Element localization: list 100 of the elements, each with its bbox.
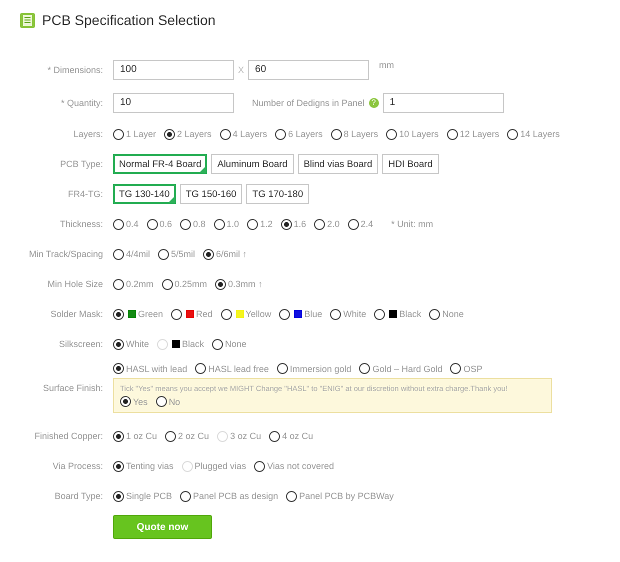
option-label: 3 oz Cu (230, 431, 262, 441)
option-label: 10 Layers (399, 129, 439, 139)
field-label: Surface Finish: (42, 383, 104, 393)
option-label: Vias not covered (267, 461, 334, 471)
field-label: * Dimensions: (46, 64, 104, 74)
radio-button[interactable] (113, 363, 124, 374)
radio-button[interactable] (113, 218, 124, 230)
option-label: White (126, 339, 150, 349)
radio-button[interactable] (314, 218, 326, 230)
radio-button[interactable] (158, 248, 170, 260)
radio-button[interactable] (171, 308, 182, 320)
option-label: HASL lead free (208, 364, 269, 374)
radio-button[interactable] (276, 363, 288, 374)
option-label: Yellow (246, 309, 272, 319)
option-label: Tenting vias (126, 461, 174, 471)
option-label: 0.6 (160, 219, 172, 229)
quantity-input[interactable]: 10 (113, 92, 234, 112)
option-button[interactable]: HDI Board (382, 154, 439, 174)
option-label: Blue (304, 309, 322, 319)
radio-button[interactable] (269, 430, 280, 442)
option-label: 0.8 (193, 219, 206, 229)
option-label: 4/4mil (126, 249, 150, 259)
radio-button[interactable] (214, 218, 225, 230)
radio-button[interactable] (254, 460, 266, 472)
radio-button[interactable] (330, 308, 342, 320)
field-label: Via Process: (52, 461, 104, 471)
option-button[interactable]: Blind vias Board (298, 154, 378, 174)
radio-button[interactable] (446, 128, 458, 140)
option-label: 1.0 (226, 219, 240, 229)
option-label: None (225, 339, 247, 349)
field-label: Thickness: (58, 219, 104, 229)
option-label: 6/6mil ↑ (216, 249, 248, 259)
radio-button[interactable] (195, 363, 206, 374)
option-label: Black (182, 339, 204, 349)
radio-button[interactable] (165, 430, 176, 442)
option-button[interactable]: TG 170-180 (246, 184, 310, 204)
radio-button[interactable] (220, 128, 231, 140)
radio-button[interactable] (215, 278, 226, 290)
option-label: 14 Layers (520, 129, 560, 139)
radio-button[interactable] (180, 490, 192, 502)
radio-button[interactable] (348, 218, 359, 230)
width-input[interactable]: 100 (113, 60, 234, 80)
option-label: 2.0 (327, 219, 340, 229)
height-input[interactable]: 60 (248, 60, 370, 80)
option-button[interactable]: TG 130-140 (113, 184, 176, 204)
radio-button[interactable] (120, 396, 131, 407)
radio-button[interactable] (164, 128, 176, 140)
option-label: 2.4 (360, 219, 374, 229)
radio-button[interactable] (113, 490, 124, 502)
radio-button[interactable] (113, 248, 124, 260)
radio-button[interactable] (374, 308, 386, 320)
radio-button[interactable] (156, 396, 167, 407)
option-label: Green (138, 309, 164, 319)
radio-button[interactable] (113, 308, 124, 320)
field-label: Finished Copper: (33, 431, 104, 441)
option-label: Immersion gold (290, 364, 352, 374)
option-label: Gold – Hard Gold (372, 364, 442, 374)
radio-button[interactable] (247, 218, 258, 230)
radio-button[interactable] (280, 218, 292, 230)
radio-button[interactable] (275, 128, 286, 140)
option-label: Single PCB (126, 491, 172, 501)
radio-button[interactable] (429, 308, 440, 320)
radio-button[interactable] (146, 218, 158, 230)
option-label: 0.25mm (174, 279, 208, 289)
radio-button[interactable] (113, 460, 124, 472)
option-label: Panel PCB as design (193, 491, 278, 501)
radio-button[interactable] (113, 338, 124, 350)
radio-button[interactable] (220, 308, 232, 320)
radio-button[interactable] (450, 363, 462, 374)
radio-button[interactable] (286, 490, 298, 502)
field-label: Min Track/Spacing (28, 249, 104, 259)
radio-button[interactable] (203, 248, 214, 260)
field-label: Silkscreen: (58, 339, 104, 349)
field-label: Board Type: (54, 491, 104, 501)
option-label: 1.6 (294, 219, 306, 229)
option-button[interactable]: TG 150-160 (180, 184, 242, 204)
radio-button[interactable] (279, 308, 290, 320)
radio-button[interactable] (113, 128, 124, 140)
page-title: PCB Specification Selection (42, 12, 216, 28)
option-button[interactable]: Normal FR-4 Board (113, 154, 208, 174)
radio-button[interactable] (507, 128, 518, 140)
radio-button[interactable] (386, 128, 398, 140)
option-label: Panel PCB by PCBWay (299, 491, 394, 501)
panel-label: Number of Dedigns in Panel (252, 98, 365, 108)
radio-button[interactable] (113, 278, 124, 290)
radio-button[interactable] (359, 363, 370, 374)
field-label: Layers: (72, 129, 104, 139)
option-label: HASL with lead (126, 364, 188, 374)
option-label: 8 Layers (344, 129, 378, 139)
times-sign: X (238, 64, 244, 74)
radio-button[interactable] (330, 128, 342, 140)
option-label: 4 oz Cu (282, 431, 314, 441)
radio-button[interactable] (212, 338, 224, 350)
radio-button[interactable] (113, 430, 124, 442)
field-label: Solder Mask: (49, 309, 104, 319)
radio-button[interactable] (162, 278, 173, 290)
radio-button[interactable] (180, 218, 192, 230)
panel-count-input[interactable]: 1 (382, 92, 504, 112)
option-label: 1.2 (260, 219, 273, 229)
option-button[interactable]: Aluminum Board (211, 154, 294, 174)
